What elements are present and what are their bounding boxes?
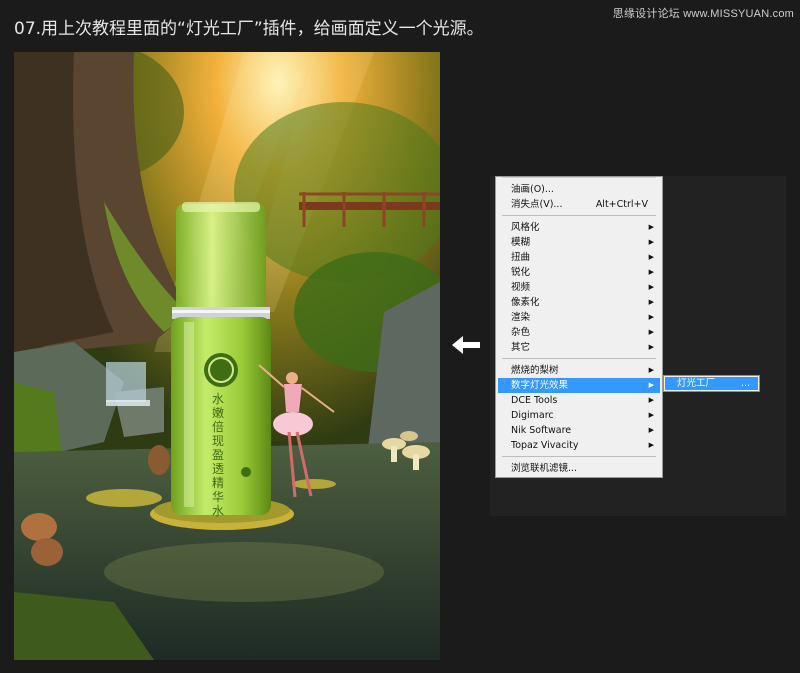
menu-item-label: 渲染 <box>511 312 531 323</box>
menu-item-label: DCE Tools <box>511 395 558 406</box>
menu-item-render[interactable]: 渲染 ▶ <box>498 310 660 325</box>
menu-item-topaz-vivacity[interactable]: Topaz Vivacity ▶ <box>498 438 660 453</box>
menu-separator <box>502 215 656 216</box>
bottle-label: 水嫩倍现盈透精华水 <box>211 392 224 518</box>
chevron-right-icon: ▶ <box>648 328 654 336</box>
chevron-right-icon: ▶ <box>648 366 654 374</box>
step-title: 07.用上次教程里面的“灯光工厂”插件，给画面定义一个光源。 <box>14 19 484 39</box>
menu-item-label: Digimarc <box>511 410 554 421</box>
menu-item-oil-paint[interactable]: 油画(O)... <box>498 182 660 197</box>
menu-item-noise[interactable]: 杂色 ▶ <box>498 325 660 340</box>
chevron-right-icon: ▶ <box>648 441 654 449</box>
menu-item-shortcut: Alt+Ctrl+V <box>595 199 648 210</box>
menu-item-stylize[interactable]: 风格化 ▶ <box>498 220 660 235</box>
chevron-right-icon: ▶ <box>648 253 654 261</box>
chevron-right-icon: ▶ <box>648 298 654 306</box>
menu-item-sharpen[interactable]: 锐化 ▶ <box>498 265 660 280</box>
menu-item-label: 像素化 <box>511 297 540 308</box>
menu-item-dce-tools[interactable]: DCE Tools ▶ <box>498 393 660 408</box>
menu-item-burning-pear[interactable]: 燃烧的梨树 ▶ <box>498 363 660 378</box>
menu-item-other[interactable]: 其它 ▶ <box>498 340 660 355</box>
menu-item-nik-software[interactable]: Nik Software ▶ <box>498 423 660 438</box>
watermark: 思缘设计论坛 www.MISSYUAN.com <box>612 8 794 20</box>
menu-item-label: 浏览联机滤镜... <box>511 463 578 474</box>
chevron-right-icon: ▶ <box>648 396 654 404</box>
menu-item-label: 消失点(V)... <box>511 199 563 210</box>
menu-separator <box>502 456 656 457</box>
menu-item-label: 数字灯光效果 <box>511 380 569 391</box>
chevron-right-icon: ▶ <box>648 426 654 434</box>
submenu-item-ellipsis: ... <box>740 378 750 389</box>
menu-item-label: Nik Software <box>511 425 572 436</box>
menu-item-label: 其它 <box>511 342 531 353</box>
chevron-right-icon: ▶ <box>648 313 654 321</box>
menu-item-distort[interactable]: 扭曲 ▶ <box>498 250 660 265</box>
forest-scene-art <box>14 52 440 660</box>
forest-scene-image: 水嫩倍现盈透精华水 <box>14 52 440 660</box>
menu-item-label: 油画(O)... <box>511 184 554 195</box>
menu-item-label: 模糊 <box>511 237 531 248</box>
submenu-digital-light: 灯光工厂 ... <box>663 375 760 392</box>
submenu-item-label: 灯光工厂 <box>677 378 716 389</box>
chevron-right-icon: ▶ <box>648 411 654 419</box>
menu-item-label: 扭曲 <box>511 252 531 263</box>
chevron-right-icon: ▶ <box>648 381 654 389</box>
menu-item-label: 燃烧的梨树 <box>511 365 559 376</box>
left-arrow-icon <box>452 336 480 354</box>
chevron-right-icon: ▶ <box>648 238 654 246</box>
chevron-right-icon: ▶ <box>648 268 654 276</box>
menu-item-video[interactable]: 视频 ▶ <box>498 280 660 295</box>
menu-item-digimarc[interactable]: Digimarc ▶ <box>498 408 660 423</box>
menu-item-digital-light-effects[interactable]: 数字灯光效果 ▶ <box>498 378 660 393</box>
menu-item-browse-online-filters[interactable]: 浏览联机滤镜... <box>498 461 660 476</box>
chevron-right-icon: ▶ <box>648 343 654 351</box>
menu-item-label: 视频 <box>511 282 531 293</box>
menu-item-vanishing-point[interactable]: 消失点(V)... Alt+Ctrl+V <box>498 197 660 212</box>
menu-item-label: 风格化 <box>511 222 540 233</box>
menu-item-label: 杂色 <box>511 327 531 338</box>
chevron-right-icon: ▶ <box>648 283 654 291</box>
menu-item-pixelate[interactable]: 像素化 ▶ <box>498 295 660 310</box>
filter-menu: 油画(O)... 消失点(V)... Alt+Ctrl+V 风格化 ▶ 模糊 ▶ 扭… <box>495 176 663 478</box>
chevron-right-icon: ▶ <box>648 223 654 231</box>
menu-item-blur[interactable]: 模糊 ▶ <box>498 235 660 250</box>
menu-item-label: Topaz Vivacity <box>511 440 579 451</box>
menu-separator <box>502 358 656 359</box>
submenu-item-light-factory[interactable]: 灯光工厂 ... <box>665 377 758 390</box>
menu-clipped-edge <box>502 177 656 178</box>
menu-item-label: 锐化 <box>511 267 531 278</box>
